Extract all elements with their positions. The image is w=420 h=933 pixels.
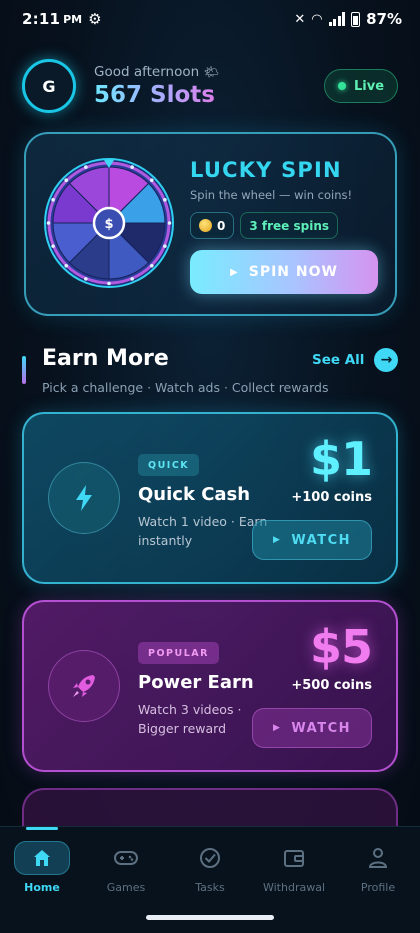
offer-name: Power Earn bbox=[138, 672, 254, 693]
lucky-spin-card: $ LUCKY SPIN Spin the wheel — win coins!… bbox=[24, 132, 397, 316]
watch-button[interactable]: ▶ WATCH bbox=[252, 520, 372, 560]
battery-icon bbox=[351, 11, 361, 27]
status-bar: 2:11 PM ⚙ ✕ ◠ 87% bbox=[0, 0, 420, 38]
coin-balance: 0 bbox=[217, 218, 226, 233]
wheel-rim-dot bbox=[130, 277, 134, 281]
play-icon: ▶ bbox=[230, 266, 239, 278]
section-title: Earn More bbox=[42, 346, 169, 371]
live-dot-icon bbox=[337, 82, 346, 90]
greeting-block: Good afternoon 🌤 567 Slots bbox=[94, 64, 219, 108]
arrow-right-icon: → bbox=[374, 348, 399, 372]
lightning-icon bbox=[48, 462, 120, 534]
offer-tag: POPULAR bbox=[138, 642, 219, 664]
nav-item-home[interactable]: Home bbox=[0, 841, 84, 894]
wheel-rim-dot bbox=[64, 178, 69, 183]
nav-active-indicator bbox=[26, 827, 58, 830]
wheel-rim-dot bbox=[46, 221, 51, 225]
nav-label: Profile bbox=[360, 881, 396, 894]
gamepad-icon bbox=[98, 841, 154, 875]
wheel-rim-dot bbox=[163, 244, 167, 248]
greeting-text: Good afternoon bbox=[94, 64, 200, 80]
avatar[interactable]: G bbox=[22, 59, 76, 113]
wheel-center-label: $ bbox=[104, 217, 113, 232]
wheel-rim-dot bbox=[107, 281, 111, 286]
wheel-rim-dot bbox=[51, 198, 55, 202]
status-icons: ✕ ◠ 87% bbox=[294, 10, 402, 28]
settings-gear-icon: ⚙ bbox=[88, 10, 102, 28]
wheel-rim-dot bbox=[149, 178, 154, 183]
play-icon: ▶ bbox=[272, 535, 282, 545]
gesture-bar bbox=[146, 915, 274, 920]
wallet-icon bbox=[266, 841, 322, 875]
nav-item-tasks[interactable]: Tasks bbox=[168, 841, 252, 894]
greeting-line: Good afternoon 🌤 bbox=[94, 64, 219, 80]
offer-coins: +500 coins bbox=[291, 678, 372, 693]
offer-card-quick-cash[interactable]: QUICK Quick Cash Watch 1 video · Earn in… bbox=[22, 412, 398, 584]
spin-wheel[interactable]: $ bbox=[44, 158, 174, 288]
offer-amount: $5 bbox=[309, 620, 373, 674]
section-accent-bar bbox=[22, 356, 26, 384]
wheel-rim-dot bbox=[51, 244, 55, 248]
status-time: 2:11 bbox=[22, 10, 61, 28]
offer-name: Quick Cash bbox=[138, 484, 251, 505]
rocket-icon bbox=[48, 650, 120, 722]
spin-chips: 0 3 free spins bbox=[190, 212, 339, 239]
spin-title: LUCKY SPIN bbox=[190, 158, 342, 182]
play-icon: ▶ bbox=[272, 723, 282, 733]
wheel-rim-dot bbox=[149, 263, 154, 268]
see-all-link[interactable]: See All → bbox=[312, 348, 399, 372]
watch-label: WATCH bbox=[291, 720, 352, 736]
sun-cloud-icon: 🌤 bbox=[203, 65, 219, 79]
nav-label: Games bbox=[106, 881, 146, 894]
battery-percent: 87% bbox=[366, 10, 402, 28]
header: G Good afternoon 🌤 567 Slots Live bbox=[22, 58, 398, 114]
app-name: 567 Slots bbox=[94, 82, 219, 108]
nav-item-withdrawal[interactable]: Withdrawal bbox=[252, 841, 336, 894]
wheel-rim-dot bbox=[167, 221, 172, 225]
coin-balance-chip: 0 bbox=[190, 212, 235, 239]
nav-label: Home bbox=[24, 881, 60, 894]
offer-tag: QUICK bbox=[138, 454, 200, 476]
person-icon bbox=[350, 841, 406, 875]
spin-now-button[interactable]: ▶ SPIN NOW bbox=[190, 250, 378, 294]
wheel-rim-dot bbox=[130, 165, 134, 169]
check-circle-icon bbox=[182, 841, 238, 875]
watch-button[interactable]: ▶ WATCH bbox=[252, 708, 372, 748]
signal-icon bbox=[328, 12, 346, 26]
wheel-rim-dot bbox=[163, 198, 167, 202]
live-badge[interactable]: Live bbox=[324, 69, 398, 103]
offer-coins: +100 coins bbox=[291, 490, 372, 505]
offer-amount: $1 bbox=[309, 432, 373, 486]
spin-subtitle: Spin the wheel — win coins! bbox=[190, 188, 353, 202]
nav-label: Tasks bbox=[195, 881, 225, 894]
mute-icon: ✕ bbox=[294, 11, 306, 27]
offer-card-power-earn[interactable]: POPULAR Power Earn Watch 3 videos · Bigg… bbox=[22, 600, 398, 772]
home-icon bbox=[14, 841, 70, 875]
free-spins-chip: 3 free spins bbox=[240, 212, 339, 239]
wheel-rim-dot bbox=[84, 277, 88, 281]
nav-item-profile[interactable]: Profile bbox=[336, 841, 420, 894]
nav-item-games[interactable]: Games bbox=[84, 841, 168, 894]
wifi-icon: ◠ bbox=[311, 11, 323, 27]
spin-now-label: SPIN NOW bbox=[248, 264, 338, 280]
section-subtitle: Pick a challenge · Watch ads · Collect r… bbox=[42, 380, 329, 395]
watch-label: WATCH bbox=[291, 532, 352, 548]
see-all-label: See All bbox=[312, 352, 365, 368]
status-ampm: PM bbox=[63, 12, 83, 26]
nav-label: Withdrawal bbox=[262, 881, 325, 894]
wheel-rim-dot bbox=[64, 263, 69, 268]
live-label: Live bbox=[353, 78, 385, 94]
wheel-rim-dot bbox=[84, 165, 88, 169]
coin-icon bbox=[199, 219, 212, 232]
